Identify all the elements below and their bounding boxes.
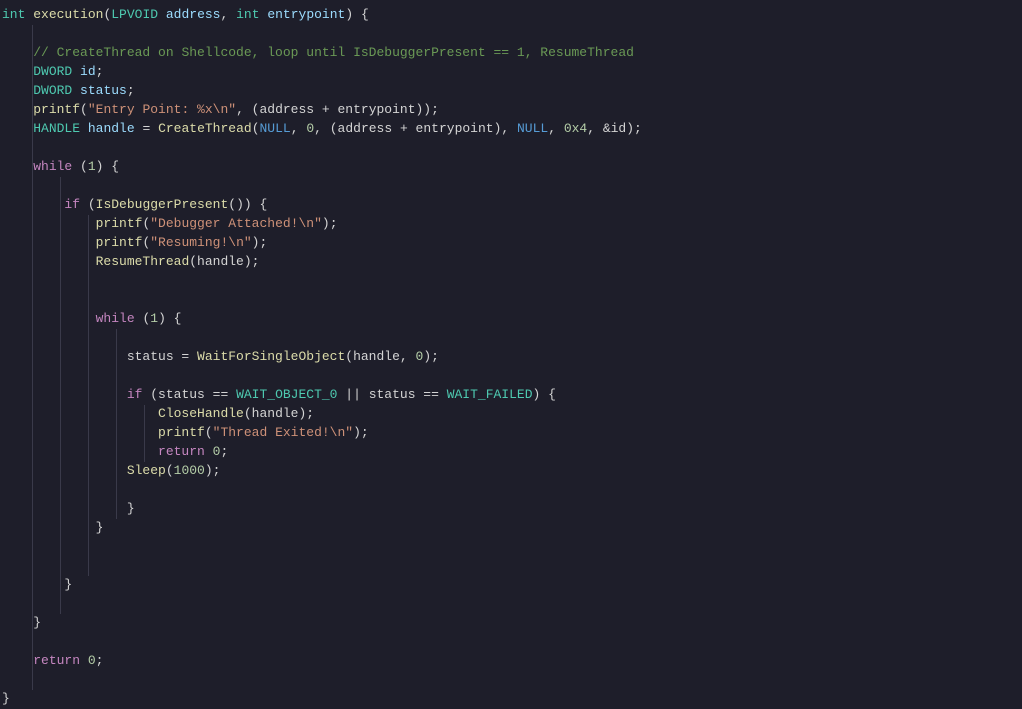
- function-name: execution: [33, 7, 103, 22]
- variable: status: [80, 83, 127, 98]
- close-brace: }: [33, 615, 41, 630]
- code-line: [2, 595, 1022, 614]
- code-line: status = WaitForSingleObject(handle, 0);: [2, 348, 1022, 367]
- keyword: while: [33, 159, 72, 174]
- code-line: }: [2, 690, 1022, 709]
- code-line: printf("Resuming!\n");: [2, 234, 1022, 253]
- type-token: DWORD: [33, 83, 72, 98]
- code-line: [2, 291, 1022, 310]
- close-brace: }: [2, 691, 10, 706]
- code-line: [2, 177, 1022, 196]
- keyword: if: [127, 387, 143, 402]
- keyword: while: [96, 311, 135, 326]
- close-brace: }: [96, 520, 104, 535]
- code-line: [2, 272, 1022, 291]
- function-call: CloseHandle: [158, 406, 244, 421]
- string-literal: "Thread Exited!\n": [213, 425, 353, 440]
- function-call: printf: [158, 425, 205, 440]
- code-line: // CreateThread on Shellcode, loop until…: [2, 44, 1022, 63]
- code-editor[interactable]: int execution(LPVOID address, int entryp…: [2, 6, 1022, 709]
- type-token: int: [2, 7, 25, 22]
- code-line: DWORD id;: [2, 63, 1022, 82]
- code-line: HANDLE handle = CreateThread(NULL, 0, (a…: [2, 120, 1022, 139]
- function-call: printf: [33, 102, 80, 117]
- code-line: printf("Thread Exited!\n");: [2, 424, 1022, 443]
- code-line: [2, 367, 1022, 386]
- type-token: int: [236, 7, 259, 22]
- keyword: return: [158, 444, 205, 459]
- code-line: while (1) {: [2, 310, 1022, 329]
- code-line: [2, 538, 1022, 557]
- function-call: IsDebuggerPresent: [96, 197, 229, 212]
- code-line: [2, 633, 1022, 652]
- function-call: WaitForSingleObject: [197, 349, 345, 364]
- code-line: [2, 139, 1022, 158]
- function-call: Sleep: [127, 463, 166, 478]
- code-line: return 0;: [2, 652, 1022, 671]
- code-line: [2, 481, 1022, 500]
- code-line: [2, 671, 1022, 690]
- code-line: while (1) {: [2, 158, 1022, 177]
- param-name: address: [166, 7, 221, 22]
- code-line: Sleep(1000);: [2, 462, 1022, 481]
- macro-const: WAIT_OBJECT_0: [236, 387, 337, 402]
- code-line: return 0;: [2, 443, 1022, 462]
- null-const: NULL: [260, 121, 291, 136]
- macro-const: WAIT_FAILED: [447, 387, 533, 402]
- comment: // CreateThread on Shellcode, loop until…: [33, 45, 634, 60]
- code-line: }: [2, 576, 1022, 595]
- code-line: [2, 329, 1022, 348]
- code-line: if (status == WAIT_OBJECT_0 || status ==…: [2, 386, 1022, 405]
- close-brace: }: [64, 577, 72, 592]
- code-line: }: [2, 500, 1022, 519]
- string-literal: "Resuming!\n": [150, 235, 251, 250]
- type-token: DWORD: [33, 64, 72, 79]
- code-line: printf("Debugger Attached!\n");: [2, 215, 1022, 234]
- code-line: CloseHandle(handle);: [2, 405, 1022, 424]
- code-line: printf("Entry Point: %x\n", (address + e…: [2, 101, 1022, 120]
- type-token: LPVOID: [111, 7, 158, 22]
- code-line: DWORD status;: [2, 82, 1022, 101]
- code-line: }: [2, 614, 1022, 633]
- keyword: return: [33, 653, 80, 668]
- variable: handle: [88, 121, 135, 136]
- param-name: entrypoint: [267, 7, 345, 22]
- null-const: NULL: [517, 121, 548, 136]
- function-call: ResumeThread: [96, 254, 190, 269]
- keyword: if: [64, 197, 80, 212]
- code-line: ResumeThread(handle);: [2, 253, 1022, 272]
- variable: id: [80, 64, 96, 79]
- code-line: if (IsDebuggerPresent()) {: [2, 196, 1022, 215]
- code-line: [2, 25, 1022, 44]
- function-call: printf: [96, 235, 143, 250]
- string-literal: "Debugger Attached!\n": [150, 216, 322, 231]
- string-literal: "Entry Point: %x\n": [88, 102, 236, 117]
- code-line: int execution(LPVOID address, int entryp…: [2, 6, 1022, 25]
- close-brace: }: [127, 501, 135, 516]
- type-token: HANDLE: [33, 121, 80, 136]
- code-line: [2, 557, 1022, 576]
- function-call: printf: [96, 216, 143, 231]
- function-call: CreateThread: [158, 121, 252, 136]
- code-line: }: [2, 519, 1022, 538]
